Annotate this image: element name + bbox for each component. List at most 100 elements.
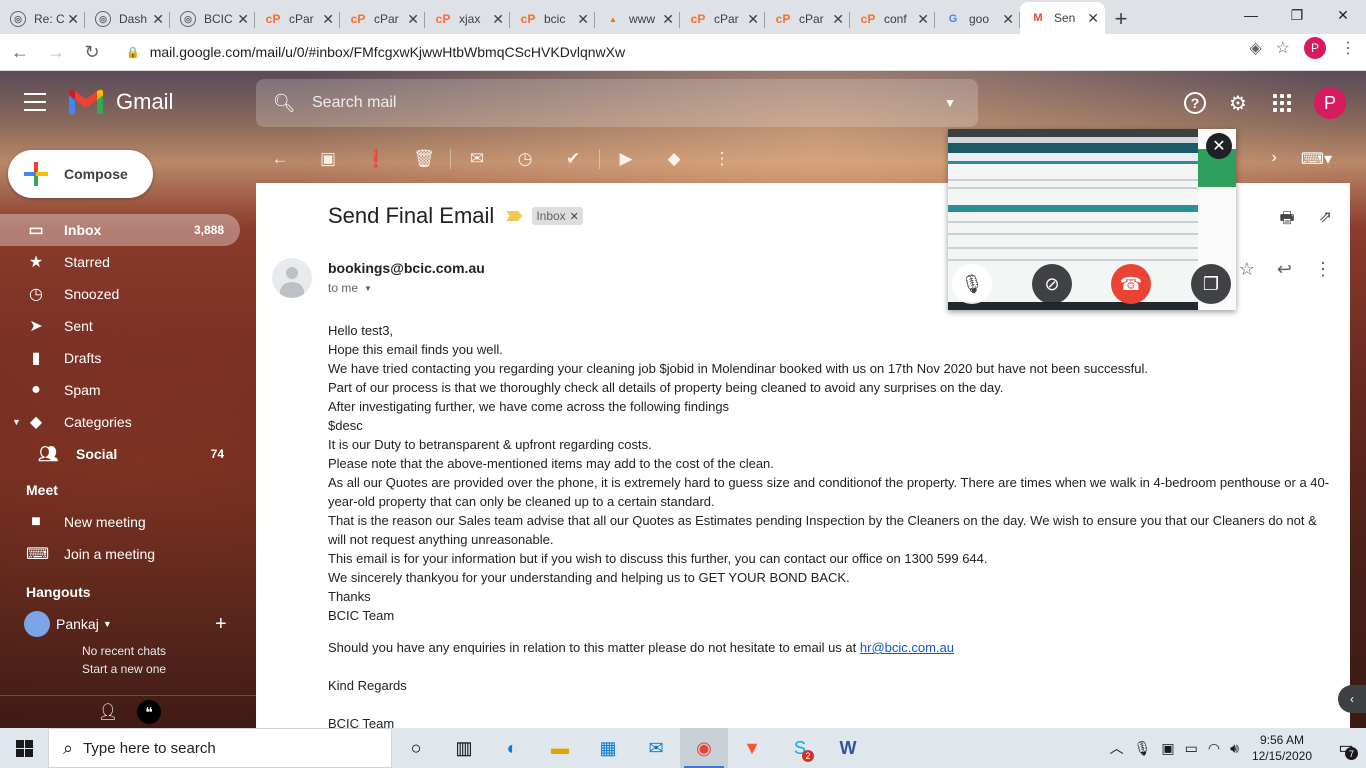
sidebar-item-social[interactable]: 👥︎ Social 74 (0, 438, 240, 470)
hangouts-user[interactable]: Pankaj ▼ + (0, 610, 256, 638)
hangouts-chat-icon[interactable]: ❝ (137, 700, 161, 724)
close-tab-icon[interactable]: ✕ (662, 11, 674, 28)
browser-menu-icon[interactable]: ⋮ (1340, 38, 1356, 58)
clock[interactable]: 9:56 AM 12/15/2020 (1252, 732, 1312, 764)
importance-marker-icon[interactable] (506, 211, 523, 221)
browser-tab[interactable]: cP cPar ✕ (765, 4, 850, 34)
labels-icon[interactable]: ◆ (650, 149, 698, 169)
browser-tab[interactable]: cP cPar ✕ (255, 4, 340, 34)
close-tab-icon[interactable]: ✕ (1087, 10, 1099, 27)
wifi-icon[interactable]: ◠ (1208, 740, 1220, 757)
add-to-tasks-icon[interactable]: ✔ (549, 149, 597, 169)
picture-in-picture-icon[interactable]: ❐ (1191, 264, 1231, 304)
task-view-icon[interactable]: ▥ (440, 728, 488, 768)
forward-icon[interactable]: → (40, 36, 72, 68)
start-button[interactable] (0, 728, 48, 768)
sidebar-item-categories[interactable]: ▼ ◆ Categories (0, 406, 240, 438)
end-call-icon[interactable]: ☎ (1111, 264, 1151, 304)
move-to-icon[interactable]: ▶ (602, 149, 650, 169)
hangouts-status-caret-icon[interactable]: ▼ (103, 619, 112, 629)
brave-icon[interactable]: ▼ (728, 728, 776, 768)
contacts-person-icon[interactable]: 👤︎ (95, 699, 121, 725)
sidebar-item-starred[interactable]: ★ Starred (0, 246, 240, 278)
browser-tab[interactable]: ◎ Re: C ✕ (0, 4, 85, 34)
browser-tab[interactable]: cP cPar ✕ (340, 4, 425, 34)
browser-tab[interactable]: Ggoo ✕ (935, 4, 1020, 34)
new-tab-button[interactable]: + (1105, 4, 1137, 34)
close-tab-icon[interactable]: ✕ (322, 11, 334, 28)
older-message-icon[interactable]: › (1272, 149, 1277, 169)
hr-email-link[interactable]: hr@bcic.com.au (860, 640, 954, 655)
close-tab-icon[interactable]: ✕ (152, 11, 164, 28)
close-call-popup-icon[interactable]: ✕ (1206, 133, 1232, 159)
reply-icon[interactable]: ↩ (1277, 259, 1292, 280)
taskbar-search[interactable]: ⌕ Type here to search (48, 728, 392, 768)
search-options-icon[interactable]: ▼ (922, 96, 978, 110)
bookmark-star-icon[interactable]: ☆ (1276, 38, 1290, 58)
side-panel-toggle-icon[interactable]: ‹ (1338, 685, 1366, 713)
back-to-inbox-icon[interactable]: ← (256, 149, 304, 169)
sidebar-item-drafts[interactable]: ▮ Drafts (0, 342, 240, 374)
main-menu-icon[interactable] (24, 93, 46, 111)
search-input[interactable] (312, 94, 922, 112)
snooze-icon[interactable]: ◷ (501, 149, 549, 169)
archive-icon[interactable]: ▣ (304, 149, 352, 169)
sidebar-item-spam[interactable]: ● Spam (0, 374, 240, 406)
skype-icon[interactable]: S2 (776, 728, 824, 768)
chrome-icon[interactable]: ◉ (680, 728, 728, 768)
notification-center-icon[interactable]: ▭7 (1326, 728, 1366, 768)
new-conversation-plus-icon[interactable]: + (215, 613, 227, 636)
search-icon[interactable]: 🔍︎ (256, 93, 312, 114)
remove-label-icon[interactable]: ✕ (570, 210, 579, 223)
word-icon[interactable]: W (824, 728, 872, 768)
close-tab-icon[interactable]: ✕ (747, 11, 759, 28)
browser-tab[interactable]: ◎ Dash ✕ (85, 4, 170, 34)
close-tab-icon[interactable]: ✕ (917, 11, 929, 28)
maximize-icon[interactable]: ❐ (1274, 0, 1320, 30)
join-meeting-item[interactable]: ⌨ Join a meeting (0, 538, 240, 570)
close-tab-icon[interactable]: ✕ (577, 11, 589, 28)
extension-icon[interactable]: ◈ (1249, 38, 1261, 58)
browser-tab[interactable]: ▲ www ✕ (595, 4, 680, 34)
sidebar-item-snoozed[interactable]: ◷ Snoozed (0, 278, 240, 310)
print-icon[interactable]: 🖶 (1279, 207, 1294, 234)
cortana-icon[interactable]: ○ (392, 728, 440, 768)
delete-icon[interactable]: 🗑︎ (400, 149, 448, 169)
mic-tray-icon[interactable]: 🎙︎ (1134, 740, 1152, 757)
video-call-popup[interactable]: ✕ 🎙︎ ⊘ ☎ ❐ (948, 129, 1236, 310)
sidebar-item-sent[interactable]: ➤ Sent (0, 310, 240, 342)
close-tab-icon[interactable]: ✕ (407, 11, 419, 28)
browser-tab[interactable]: cP cPar ✕ (680, 4, 765, 34)
browser-tab[interactable]: ◎ BCIC ✕ (170, 4, 255, 34)
show-hidden-icons-icon[interactable]: ︿ (1110, 738, 1124, 758)
help-icon[interactable]: ? (1184, 92, 1206, 114)
close-tab-icon[interactable]: ✕ (492, 11, 504, 28)
close-tab-icon[interactable]: ✕ (832, 11, 844, 28)
volume-icon[interactable]: 🔊︎ (1230, 740, 1239, 757)
battery-icon[interactable]: ▭ (1185, 740, 1198, 757)
sidebar-item-inbox[interactable]: ▭ Inbox 3,888 (0, 214, 240, 246)
close-tab-icon[interactable]: ✕ (67, 11, 79, 28)
message-more-icon[interactable]: ⋮ (1314, 259, 1332, 280)
microphone-icon[interactable]: 🎙︎ (952, 264, 992, 304)
file-explorer-icon[interactable]: ▬ (536, 728, 584, 768)
network-card-icon[interactable]: ▣ (1161, 740, 1174, 757)
mail-icon[interactable]: ✉ (632, 728, 680, 768)
back-icon[interactable]: ← (4, 36, 36, 68)
input-tools-keyboard-icon[interactable]: ⌨▾ (1301, 149, 1332, 169)
mark-unread-icon[interactable]: ✉ (453, 149, 501, 169)
minimize-icon[interactable]: — (1228, 0, 1274, 30)
open-new-window-icon[interactable]: ⇗ (1319, 207, 1332, 234)
show-details-caret-icon[interactable]: ▼ (364, 284, 372, 293)
browser-tab[interactable]: cP conf ✕ (850, 4, 935, 34)
new-meeting-item[interactable]: ■ New meeting (0, 506, 240, 538)
edge-icon[interactable]: ◐ (488, 728, 536, 768)
more-options-icon[interactable]: ⋮ (698, 149, 746, 169)
browser-tab-active[interactable]: M Sen ✕ (1020, 2, 1105, 34)
browser-tab[interactable]: cP xjax ✕ (425, 4, 510, 34)
browser-tab[interactable]: cP bcic ✕ (510, 4, 595, 34)
compose-button[interactable]: Compose (8, 150, 153, 198)
settings-gear-icon[interactable]: ⚙ (1226, 91, 1250, 115)
browser-profile-avatar[interactable]: P (1304, 37, 1326, 59)
store-icon[interactable]: ▦ (584, 728, 632, 768)
